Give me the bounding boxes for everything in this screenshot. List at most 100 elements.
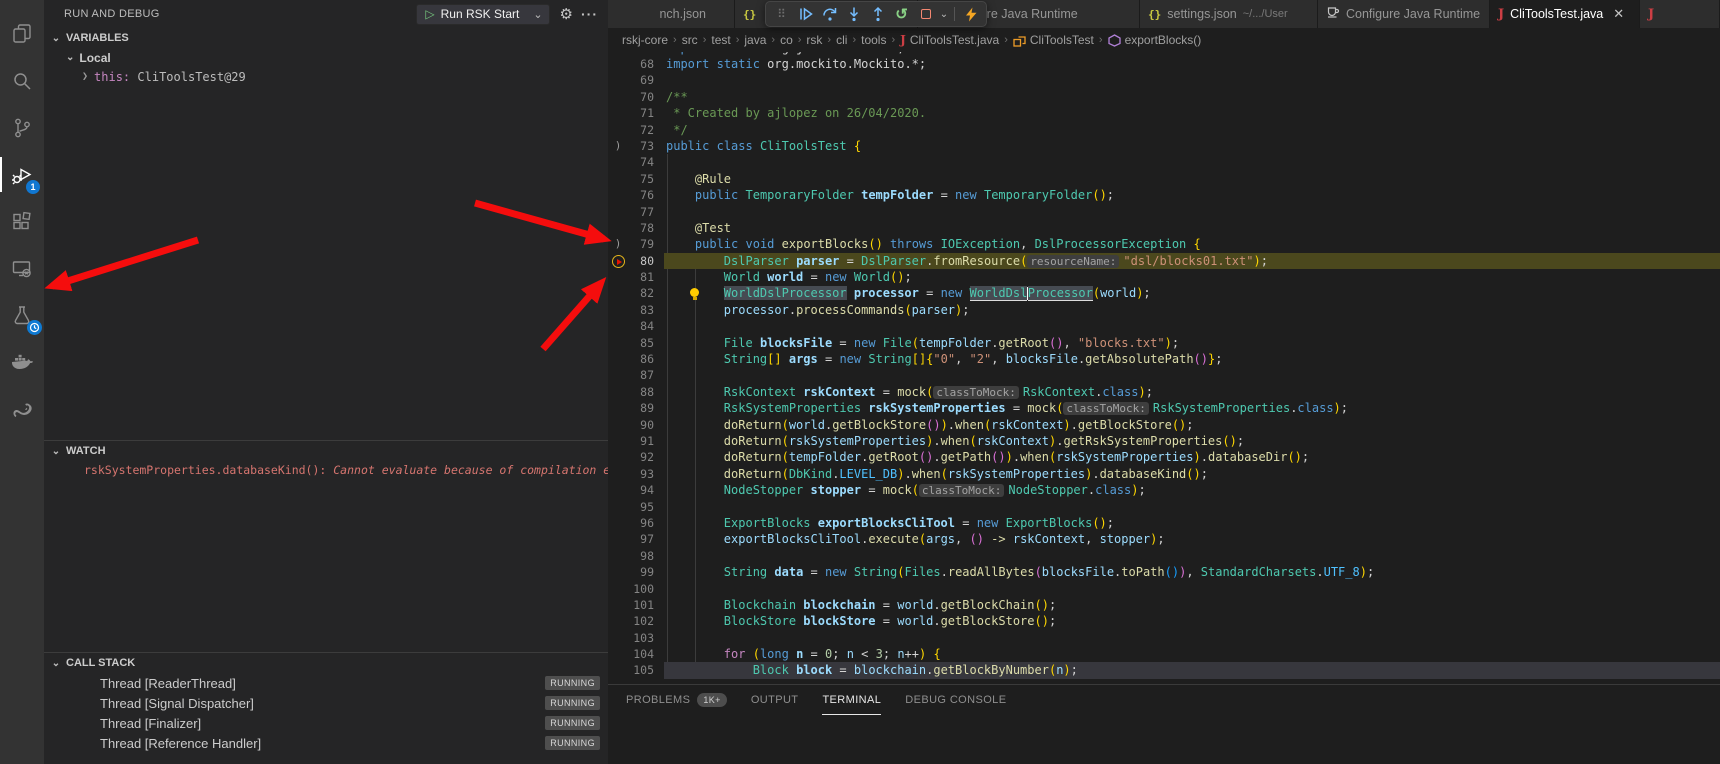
hot-code-replace-button[interactable] xyxy=(959,3,982,25)
panel-tab-debug-console[interactable]: DEBUG CONSOLE xyxy=(905,685,1006,715)
code-line-87[interactable]: 87 xyxy=(608,367,1720,383)
code-line-78[interactable]: 78 @Test xyxy=(608,220,1720,236)
watch-expression-row[interactable]: rskSystemProperties.databaseKind(): Cann… xyxy=(44,463,608,477)
line-number[interactable]: 76 xyxy=(616,187,654,203)
line-number[interactable]: 88 xyxy=(616,384,654,400)
breadcrumb-item[interactable]: src xyxy=(682,33,698,47)
code-line-72[interactable]: 72 */ xyxy=(608,122,1720,138)
breadcrumb-item[interactable]: rskj-core xyxy=(622,33,668,47)
code-line-84[interactable]: 84 xyxy=(608,318,1720,334)
testing-icon[interactable] xyxy=(0,292,44,339)
code-line-77[interactable]: 77 xyxy=(608,204,1720,220)
line-number[interactable]: 72 xyxy=(616,122,654,138)
watch-section-header[interactable]: ⌄ WATCH xyxy=(44,441,608,461)
code-line-80[interactable]: 80 DslParser parser = DslParser.fromReso… xyxy=(608,253,1720,269)
source-control-icon[interactable] xyxy=(0,104,44,151)
line-number[interactable]: 86 xyxy=(616,351,654,367)
code-line-99[interactable]: 99 String data = new String(Files.readAl… xyxy=(608,564,1720,580)
panel-tab-problems[interactable]: PROBLEMS1K+ xyxy=(626,685,727,715)
panel-tab-output[interactable]: OUTPUT xyxy=(751,685,799,715)
breadcrumb-item[interactable]: rsk xyxy=(806,33,822,47)
explorer-icon[interactable] xyxy=(0,10,44,57)
code-line-97[interactable]: 97 exportBlocksCliTool.execute(args, () … xyxy=(608,531,1720,547)
continue-button[interactable] xyxy=(794,3,817,25)
restart-button[interactable]: ↺ xyxy=(890,3,913,25)
variables-section-header[interactable]: ⌄ VARIABLES xyxy=(44,28,608,48)
fold-icon[interactable]: ) xyxy=(611,139,625,153)
code-line-86[interactable]: 86 String[] args = new String[]{"0", "2"… xyxy=(608,351,1720,367)
code-line-83[interactable]: 83 processor.processCommands(parser); xyxy=(608,302,1720,318)
toolbar-grip-handle[interactable]: ⠿ xyxy=(770,3,793,25)
code-line-79[interactable]: 79) public void exportBlocks() throws IO… xyxy=(608,236,1720,252)
code-line-75[interactable]: 75 @Rule xyxy=(608,171,1720,187)
code-line-92[interactable]: 92 doReturn(tempFolder.getRoot().getPath… xyxy=(608,449,1720,465)
line-number[interactable]: 105 xyxy=(616,662,654,678)
line-number[interactable]: 95 xyxy=(616,499,654,515)
line-number[interactable]: 74 xyxy=(616,154,654,170)
breadcrumb-item[interactable]: exportBlocks() xyxy=(1108,33,1202,47)
line-number[interactable]: 101 xyxy=(616,597,654,613)
code-line-88[interactable]: 88 RskContext rskContext = mock(classToM… xyxy=(608,384,1720,400)
close-icon[interactable]: ✕ xyxy=(1613,6,1624,22)
step-into-button[interactable] xyxy=(842,3,865,25)
call-stack-thread[interactable]: Thread [Signal Dispatcher]RUNNING xyxy=(44,693,608,713)
line-number[interactable]: 91 xyxy=(616,433,654,449)
code-line-76[interactable]: 76 public TemporaryFolder tempFolder = n… xyxy=(608,187,1720,203)
step-out-button[interactable] xyxy=(866,3,889,25)
breadcrumb-item[interactable]: co xyxy=(780,33,793,47)
line-number[interactable]: 98 xyxy=(616,548,654,564)
line-number[interactable]: 93 xyxy=(616,466,654,482)
code-line-93[interactable]: 93 doReturn(DbKind.LEVEL_DB).when(rskSys… xyxy=(608,466,1720,482)
code-line-104[interactable]: 104 for (long n = 0; n < 3; n++) { xyxy=(608,646,1720,662)
code-line-82[interactable]: 82 WorldDslProcessor processor = new Wor… xyxy=(608,285,1720,301)
code-line-95[interactable]: 95 xyxy=(608,499,1720,515)
line-number[interactable]: 99 xyxy=(616,564,654,580)
line-number[interactable]: 69 xyxy=(616,72,654,88)
variable-this-row[interactable]: ❯ this: CliToolsTest@29 xyxy=(44,67,608,86)
line-number[interactable]: 100 xyxy=(616,581,654,597)
line-number[interactable]: 85 xyxy=(616,335,654,351)
line-number[interactable]: 92 xyxy=(616,449,654,465)
call-stack-thread[interactable]: Thread [Finalizer]RUNNING xyxy=(44,713,608,733)
breadcrumb-item[interactable]: java xyxy=(744,33,766,47)
line-number[interactable]: 71 xyxy=(616,105,654,121)
code-line-69[interactable]: 69 xyxy=(608,72,1720,88)
code-line-68[interactable]: 68import static org.mockito.Mockito.*; xyxy=(608,56,1720,72)
line-number[interactable]: 83 xyxy=(616,302,654,318)
code-line-100[interactable]: 100 xyxy=(608,581,1720,597)
line-number[interactable]: 97 xyxy=(616,531,654,547)
variables-scope-local[interactable]: ⌄ Local xyxy=(44,48,608,67)
call-stack-thread[interactable]: Thread [ReaderThread]RUNNING xyxy=(44,673,608,693)
stop-button[interactable] xyxy=(914,3,937,25)
line-number[interactable]: 70 xyxy=(616,89,654,105)
panel-tab-terminal[interactable]: TERMINAL xyxy=(822,685,881,715)
line-number[interactable]: 94 xyxy=(616,482,654,498)
line-number[interactable]: 81 xyxy=(616,269,654,285)
code-line-91[interactable]: 91 doReturn(rskSystemProperties).when(rs… xyxy=(608,433,1720,449)
code-line-73[interactable]: 73)public class CliToolsTest { xyxy=(608,138,1720,154)
code-line-70[interactable]: 70/** xyxy=(608,89,1720,105)
code-line-98[interactable]: 98 xyxy=(608,548,1720,564)
breakpoint-current-line-icon[interactable] xyxy=(612,255,625,268)
code-line-96[interactable]: 96 ExportBlocks exportBlocksCliTool = ne… xyxy=(608,515,1720,531)
code-line-85[interactable]: 85 File blocksFile = new File(tempFolder… xyxy=(608,335,1720,351)
line-number[interactable]: 77 xyxy=(616,204,654,220)
editor-tab-6[interactable]: J xyxy=(1640,0,1720,28)
gear-icon[interactable]: ⚙ xyxy=(560,5,573,23)
code-line-94[interactable]: 94 NodeStopper stopper = mock(classToMoc… xyxy=(608,482,1720,498)
docker-icon[interactable] xyxy=(0,339,44,386)
run-config-select[interactable]: ▷ Run RSK Start ⌄ xyxy=(416,4,549,25)
stop-dropdown-chevron-icon[interactable]: ⌄ xyxy=(938,3,950,25)
breadcrumb-item[interactable]: CliToolsTest xyxy=(1013,33,1094,47)
line-number[interactable]: 78 xyxy=(616,220,654,236)
editor-tab-nch-json[interactable]: nch.json xyxy=(608,0,735,28)
breadcrumb-item[interactable]: JCliToolsTest.java xyxy=(900,33,999,47)
code-line-103[interactable]: 103 xyxy=(608,630,1720,646)
call-stack-section-header[interactable]: ⌄ CALL STACK xyxy=(44,653,608,673)
line-number[interactable]: 104 xyxy=(616,646,654,662)
line-number[interactable]: 84 xyxy=(616,318,654,334)
code-editor[interactable]: 67import static org.junit.Assert.*;68imp… xyxy=(608,52,1720,684)
code-line-74[interactable]: 74 xyxy=(608,154,1720,170)
line-number[interactable]: 75 xyxy=(616,171,654,187)
run-and-debug-icon[interactable]: 1 xyxy=(0,151,44,198)
